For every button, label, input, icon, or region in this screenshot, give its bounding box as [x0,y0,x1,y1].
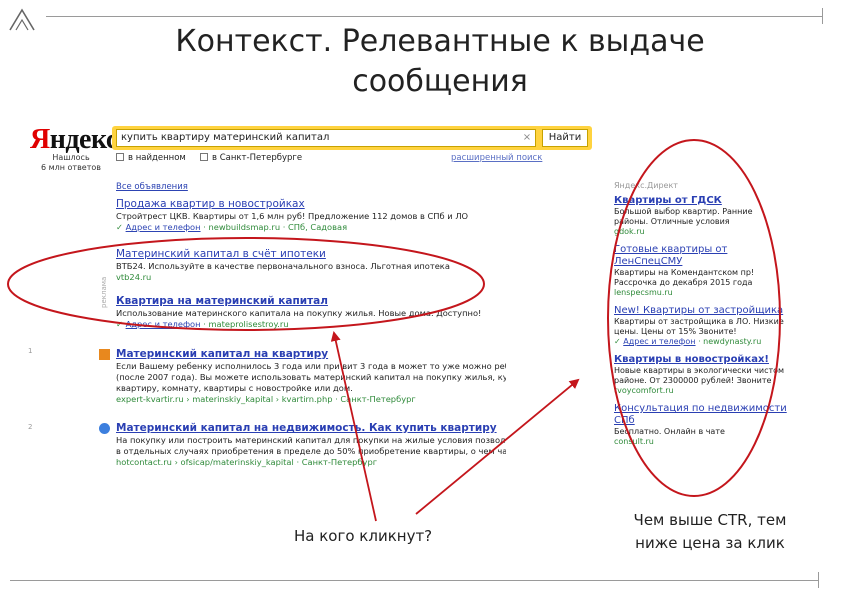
caption-ctr-line-1: Чем выше CTR, тем [633,511,787,529]
option-in-found-label: в найденном [128,153,186,163]
direct-ads-header: Яндекс.Директ [614,181,678,190]
organic-result-url[interactable]: hotcontact.ru › ofsicap/materinskiy_kapi… [116,457,506,468]
direct-ad-url[interactable]: tvoycomfort.ru [614,386,789,396]
direct-ad: New! Квартиры от застройщика Квартиры от… [614,305,789,347]
organic-result-title[interactable]: Материнский капитал на недвижимость. Как… [116,422,506,435]
ad-result: Материнский капитал в счёт ипотеки ВТБ24… [116,248,506,283]
yandex-logo-first-letter: Я [30,124,50,155]
slide-title-line-2: сообщения [352,64,528,99]
search-options: в найденном в Санкт-Петербурге расширенн… [116,152,596,164]
ad-result-url-text[interactable]: · mateprolisestroy.ru [203,319,288,329]
ad-result-url-text[interactable]: · newbuildsmap.ru · СПб, Садовая [203,222,347,232]
side-vertical-label: реклама [100,276,108,308]
ad-result-title[interactable]: Продажа квартир в новостройках [116,198,506,211]
organic-result: Материнский капитал на недвижимость. Как… [99,422,506,468]
option-in-region-label: в Санкт-Петербурге [212,153,303,163]
advanced-search-link[interactable]: расширенный поиск [451,152,542,164]
organic-result-desc: (после 2007 года). Вы можете использоват… [116,372,506,382]
yandex-logo[interactable]: Яндекс [30,124,118,156]
slide-frame-top [46,16,822,17]
direct-ad-desc: Новые квартиры в экологически чистом рай… [614,366,785,385]
caption-ctr-line-2: ниже цена за клик [635,534,785,552]
address-phone-link[interactable]: Адрес и телефон [126,319,201,329]
direct-ad-title[interactable]: Квартиры от ГДСК [614,195,789,207]
checkbox-icon[interactable] [116,153,124,161]
result-number: 2 [28,423,33,431]
yandex-serp-screenshot: Яндекс Нашлось 6 млн ответов купить квар… [24,118,794,493]
direct-ad: Готовые квартиры от ЛенСпецСМУ Квартиры … [614,244,789,298]
organic-result-desc: в отдельных случаях приобретения в преде… [116,446,506,456]
ad-result: Продажа квартир в новостройках Стройтрес… [116,198,506,233]
ad-result-url: ✓ Адрес и телефон · mateprolisestroy.ru [116,319,289,329]
organic-result-desc: Если Вашему ребенку исполнилось 3 года и… [116,361,506,371]
slide-title-line-1: Контекст. Релевантные к выдаче [175,24,705,59]
option-in-found[interactable]: в найденном [116,152,186,164]
slide-title: Контекст. Релевантные к выдаче сообщения [120,22,760,102]
yandex-logo-rest: ндекс [49,124,119,155]
address-phone-link[interactable]: Адрес и телефон [126,222,201,232]
organic-result-desc: квартиру, комнату, квартиры с новостройк… [116,383,353,393]
direct-ad-url[interactable]: lenspecsmu.ru [614,288,789,298]
ad-result: Квартира на материнский капитал Использо… [116,295,506,330]
direct-ad-url: ✓ Адрес и телефон · newdynasty.ru [614,337,762,346]
site-favicon-icon [99,349,110,360]
ad-result-url: ✓ Адрес и телефон · newbuildsmap.ru · СП… [116,222,348,232]
ad-result-url[interactable]: vtb24.ru [116,272,506,283]
ad-result-title[interactable]: Материнский капитал в счёт ипотеки [116,248,506,261]
direct-ad: Квартиры в новостройках! Новые квартиры … [614,354,789,396]
results-count-line-1: Нашлось [52,153,90,162]
ad-result-title[interactable]: Квартира на материнский капитал [116,295,506,308]
direct-ad-desc: Бесплатно. Онлайн в чате [614,427,725,436]
direct-ad-title[interactable]: Консультация по недвижимости СПб [614,403,789,427]
organic-result: Материнский капитал на квартиру Если Ваш… [99,348,506,405]
slide-frame-bottom [10,580,818,581]
direct-ad-url[interactable]: gdok.ru [614,227,789,237]
search-bar: купить квартиру материнский капитал × На… [112,126,592,150]
caption-ctr: Чем выше CTR, тем ниже цена за клик [610,509,810,555]
slide-frame-bottom-tick [818,572,819,588]
a-logo-icon [9,8,35,31]
direct-ad-title[interactable]: Квартиры в новостройках! [614,354,789,366]
direct-ads-column: Яндекс.Директ Квартиры от ГДСК Большой в… [614,180,789,447]
checkbox-icon[interactable] [200,153,208,161]
result-number: 1 [28,347,33,355]
search-input[interactable]: купить квартиру материнский капитал [116,129,536,147]
results-count: Нашлось 6 млн ответов [36,153,106,173]
direct-ad-url[interactable]: consult.ru [614,437,789,447]
direct-ad-url-text[interactable]: · newdynasty.ru [698,337,761,346]
direct-ad-desc: Большой выбор квартир. Ранние районы. От… [614,207,753,226]
all-ads-link[interactable]: Все объявления [116,182,188,192]
results-count-line-2: 6 млн ответов [40,163,101,172]
direct-ad-title[interactable]: New! Квартиры от застройщика [614,305,789,317]
option-in-region[interactable]: в Санкт-Петербурге [200,152,302,164]
clear-icon[interactable]: × [520,131,534,145]
direct-ad: Консультация по недвижимости СПб Бесплат… [614,403,789,447]
search-button[interactable]: Найти [542,129,588,147]
direct-ad-desc: Квартиры от застройщика в ЛО. Низкие цен… [614,317,784,336]
caption-who-will-click: На кого кликнут? [294,527,433,545]
direct-ad-title[interactable]: Готовые квартиры от ЛенСпецСМУ [614,244,789,268]
ad-result-desc: ВТБ24. Используйте в качестве первоначал… [116,261,450,271]
address-phone-link[interactable]: Адрес и телефон [623,337,695,346]
organic-result-title[interactable]: Материнский капитал на квартиру [116,348,506,361]
ad-result-desc: Использование материнского капитала на п… [116,308,482,318]
organic-result-desc: На покупку или построить материнский кап… [116,435,506,445]
slide-frame-top-tick [822,8,823,24]
organic-result-url[interactable]: expert-kvartir.ru › materinskiy_kapital … [116,394,506,405]
direct-ad: Квартиры от ГДСК Большой выбор квартир. … [614,195,789,237]
direct-ad-desc: Квартиры на Комендантском пр! Рассрочка … [614,268,755,287]
ad-result-desc: Стройтрест ЦКВ. Квартиры от 1,6 млн руб!… [116,211,469,221]
site-favicon-icon [99,423,110,434]
